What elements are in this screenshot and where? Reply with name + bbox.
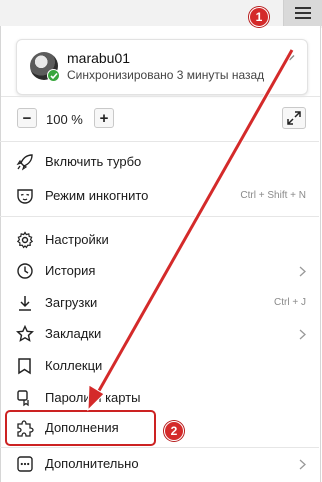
menu-item-label: Включить турбо (45, 154, 142, 169)
menu-item-label: История (45, 263, 96, 278)
main-menu-button[interactable] (283, 0, 322, 26)
sync-check-icon (47, 69, 60, 82)
divider (0, 141, 319, 142)
collections-icon (18, 358, 31, 375)
rocket-icon (16, 154, 33, 171)
menu-item-bookmarks[interactable]: Закладки (1, 319, 320, 349)
shortcut-hint: Ctrl + Shift + N (240, 190, 306, 201)
more-dots-icon (17, 456, 33, 472)
fullscreen-button[interactable] (282, 107, 306, 129)
clock-icon (17, 263, 33, 279)
step-1-badge: 1 (249, 7, 269, 27)
chevron-right-icon (299, 266, 306, 277)
divider (0, 216, 319, 217)
key-icon (17, 390, 29, 407)
menu-item-label: Закладки (45, 326, 102, 341)
menu-item-settings[interactable]: Настройки (1, 225, 320, 255)
extensions-highlight-box (5, 410, 156, 446)
sync-status: Синхронизировано 3 минуты назад (67, 68, 265, 82)
divider (0, 447, 319, 448)
menu-item-label: Режим инкогнито (45, 188, 149, 203)
menu-item-passwords[interactable]: Пароли и карты (1, 383, 320, 413)
menu-item-label: Пароли и карты (45, 390, 141, 405)
shortcut-hint: Ctrl + J (274, 297, 306, 308)
menu-item-label: Настройки (45, 232, 109, 247)
download-icon (19, 296, 31, 311)
zoom-level: 100 % (46, 112, 83, 127)
chevron-down-icon[interactable] (285, 54, 295, 62)
browser-toolbar (0, 0, 322, 28)
menu-item-downloads[interactable]: Загрузки Ctrl + J (1, 288, 320, 318)
chevron-right-icon (299, 459, 306, 470)
menu-item-incognito[interactable]: Режим инкогнито Ctrl + Shift + N (1, 181, 320, 211)
menu-item-label: Загрузки (45, 295, 98, 310)
incognito-mask-icon (17, 189, 33, 204)
star-icon (16, 325, 34, 342)
menu-item-more[interactable]: Дополнительно (1, 449, 320, 479)
gear-icon (16, 231, 34, 249)
profile-card[interactable]: marabu01 Синхронизировано 3 минуты назад (16, 39, 308, 95)
chevron-right-icon (299, 329, 306, 340)
username: marabu01 (67, 50, 131, 66)
hamburger-icon (295, 7, 311, 19)
menu-item-history[interactable]: История (1, 256, 320, 286)
menu-item-turbo[interactable]: Включить турбо (1, 147, 320, 177)
menu-item-label: Дополнительно (45, 456, 139, 471)
menu-item-collections[interactable]: Коллекци (1, 351, 320, 381)
fullscreen-icon (287, 111, 301, 125)
divider (1, 96, 320, 97)
zoom-in-button[interactable]: + (94, 108, 114, 128)
step-2-badge: 2 (164, 421, 184, 441)
menu-item-label: Коллекци (45, 358, 103, 373)
zoom-out-button[interactable]: − (17, 108, 37, 128)
